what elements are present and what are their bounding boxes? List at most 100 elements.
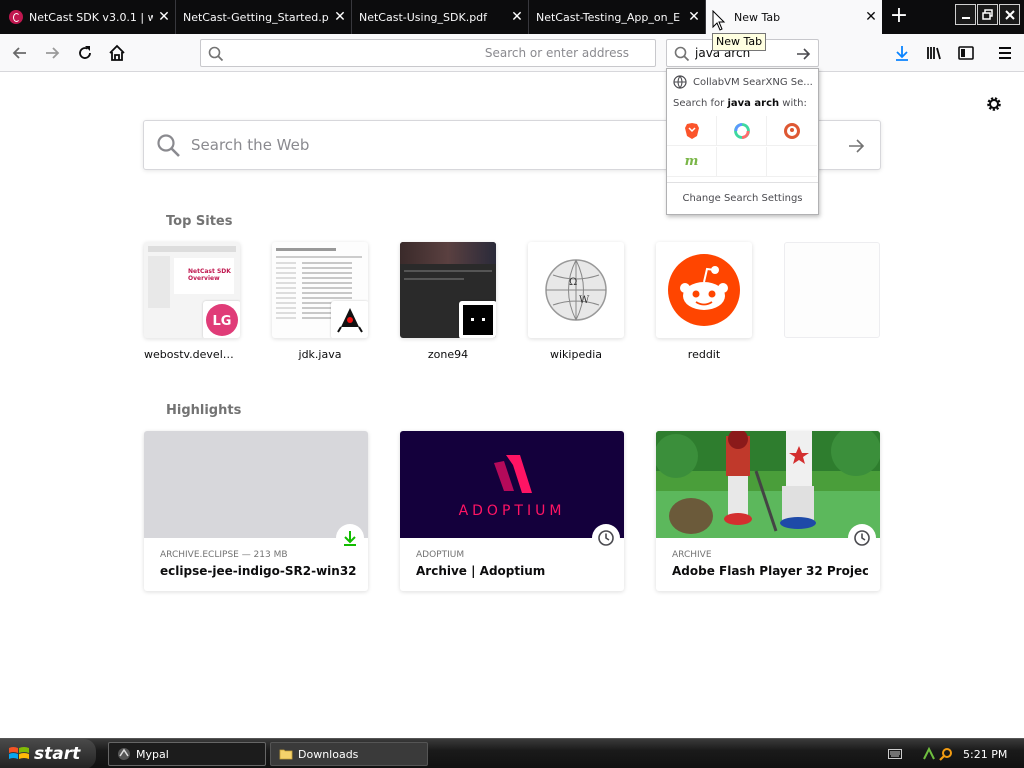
thumb-sidebar xyxy=(148,256,170,308)
magnifier-tray-icon[interactable] xyxy=(939,747,953,761)
restore-button[interactable] xyxy=(977,4,998,25)
site-thumbnail xyxy=(272,242,368,338)
tab-label: NetCast-Getting_Started.pd xyxy=(183,10,329,24)
thumb-text-line xyxy=(276,248,336,251)
top-site-zone94[interactable]: zone94 xyxy=(400,242,496,361)
mouse-cursor-icon xyxy=(712,10,726,31)
top-site-empty[interactable] xyxy=(784,242,880,348)
address-input[interactable] xyxy=(229,43,629,63)
close-tab-icon[interactable]: ✕ xyxy=(860,6,882,28)
close-window-button[interactable] xyxy=(999,4,1020,25)
card-source: ARCHIVE.ECLIPSE — 213 MB xyxy=(160,550,288,560)
brave-icon xyxy=(684,122,699,139)
minimize-icon xyxy=(961,16,970,19)
default-engine-row[interactable]: CollabVM SearXNG Se... xyxy=(667,72,818,92)
go-arrow-icon[interactable] xyxy=(847,137,865,155)
tab-label: NetCast-Using_SDK.pdf xyxy=(359,10,488,24)
top-sites-title: Top Sites xyxy=(166,214,233,229)
minimize-button[interactable] xyxy=(955,4,976,25)
download-icon xyxy=(896,46,908,61)
taskbar-item-mypal[interactable]: Mypal xyxy=(108,742,266,766)
navigation-toolbar xyxy=(0,34,1024,72)
back-button[interactable] xyxy=(6,39,34,67)
svg-text:W: W xyxy=(579,295,590,306)
brave-search-button[interactable] xyxy=(667,116,717,146)
mojeek-icon: m xyxy=(684,154,699,169)
adoptium-wordmark: ADOPTIUM xyxy=(458,503,566,519)
mojeek-search-button[interactable]: m xyxy=(667,147,717,177)
top-site-label: webostv.develop... xyxy=(144,348,240,361)
card-title: Adobe Flash Player 32 Projector ... xyxy=(672,564,868,578)
tab-getting-started[interactable]: NetCast-Getting_Started.pd ✕ xyxy=(177,0,352,34)
qwant-icon xyxy=(733,122,750,139)
card-preview: ADOPTIUM xyxy=(400,431,624,538)
thumb-text-line xyxy=(404,278,464,280)
folder-icon xyxy=(279,749,293,760)
reddit-logo-icon xyxy=(668,254,740,326)
web-search-placeholder: Search the Web xyxy=(191,136,310,154)
thumb-text-line xyxy=(404,270,492,272)
site-thumbnail xyxy=(400,242,496,338)
qwant-search-button[interactable] xyxy=(717,116,767,146)
windows-taskbar: start Mypal Downloads 5:21 PM xyxy=(0,738,1024,768)
new-tab-tooltip: New Tab xyxy=(712,33,767,51)
forward-button[interactable] xyxy=(38,39,66,67)
close-tab-icon[interactable]: ✕ xyxy=(683,6,705,28)
reload-button[interactable] xyxy=(71,39,99,67)
tab-netcast-sdk[interactable]: NetCast SDK v3.0.1 | w ✕ xyxy=(0,0,176,34)
network-icon[interactable] xyxy=(922,747,936,761)
close-tab-icon[interactable]: ✕ xyxy=(329,6,351,28)
adoptium-logo-icon xyxy=(494,455,532,493)
go-arrow-icon[interactable] xyxy=(795,46,811,62)
thumb-text-line xyxy=(276,256,362,258)
zone94-logo-icon xyxy=(463,305,493,335)
taskbar-item-downloads[interactable]: Downloads xyxy=(270,742,428,766)
search-for-term: java arch xyxy=(727,98,780,109)
home-button[interactable] xyxy=(103,39,131,67)
close-tab-icon[interactable]: ✕ xyxy=(506,6,528,28)
top-site-jdk-java[interactable]: jdk.java xyxy=(272,242,368,361)
tab-testing-app[interactable]: NetCast-Testing_App_on_E ✕ xyxy=(530,0,706,34)
search-icon xyxy=(157,134,180,157)
thumb-header-bar xyxy=(148,246,236,252)
search-for-suffix: with: xyxy=(779,98,807,109)
globe-icon xyxy=(673,75,687,89)
highlight-card-flash[interactable]: ARCHIVE Adobe Flash Player 32 Projector … xyxy=(656,431,880,591)
menu-button[interactable] xyxy=(991,39,1019,67)
library-button[interactable] xyxy=(920,39,948,67)
system-tray: 5:21 PM xyxy=(888,739,1024,768)
tab-using-sdk[interactable]: NetCast-Using_SDK.pdf ✕ xyxy=(353,0,529,34)
site-thumbnail: NetCast SDK Overview LG xyxy=(144,242,240,338)
close-tab-icon[interactable]: ✕ xyxy=(153,6,175,28)
keyboard-icon[interactable] xyxy=(888,749,902,759)
tab-new-tab[interactable]: New Tab ✕ xyxy=(706,0,882,34)
tab-label: NetCast-Testing_App_on_E xyxy=(536,10,681,24)
top-site-wikipedia[interactable]: Ω W wikipedia xyxy=(528,242,624,361)
hamburger-menu-icon xyxy=(999,47,1011,59)
top-site-label: wikipedia xyxy=(549,348,602,361)
downloads-button[interactable] xyxy=(888,39,916,67)
card-source: ADOPTIUM xyxy=(416,550,465,560)
sidebar-button[interactable] xyxy=(952,39,980,67)
empty-engine-slot xyxy=(767,147,817,177)
top-site-webostv[interactable]: NetCast SDK Overview LG webostv.develop.… xyxy=(144,242,240,361)
address-bar[interactable] xyxy=(200,39,656,67)
windows-logo-icon xyxy=(9,747,29,759)
highlight-card-adoptium[interactable]: ADOPTIUM ADOPTIUM Archive | Adoptium xyxy=(400,431,624,591)
card-preview xyxy=(144,431,368,538)
thumb-title: NetCast SDK Overview xyxy=(188,268,231,282)
duckduckgo-search-button[interactable] xyxy=(767,116,817,146)
lg-logo-icon: LG xyxy=(206,304,238,336)
start-button[interactable]: start xyxy=(0,739,96,768)
top-site-reddit[interactable]: reddit xyxy=(656,242,752,361)
highlight-card-eclipse[interactable]: ARCHIVE.ECLIPSE — 213 MB eclipse-jee-ind… xyxy=(144,431,368,591)
tab-label: New Tab xyxy=(734,10,781,24)
card-title: eclipse-jee-indigo-SR2-win32.zip xyxy=(160,564,356,578)
change-search-settings-button[interactable]: Change Search Settings xyxy=(667,182,818,214)
new-tab-button[interactable]: + xyxy=(886,4,912,30)
search-icon xyxy=(674,46,690,62)
lg-logo-icon xyxy=(9,10,23,24)
download-icon xyxy=(344,531,356,546)
zone94-badge xyxy=(459,301,496,338)
gear-icon[interactable] xyxy=(984,94,1004,114)
